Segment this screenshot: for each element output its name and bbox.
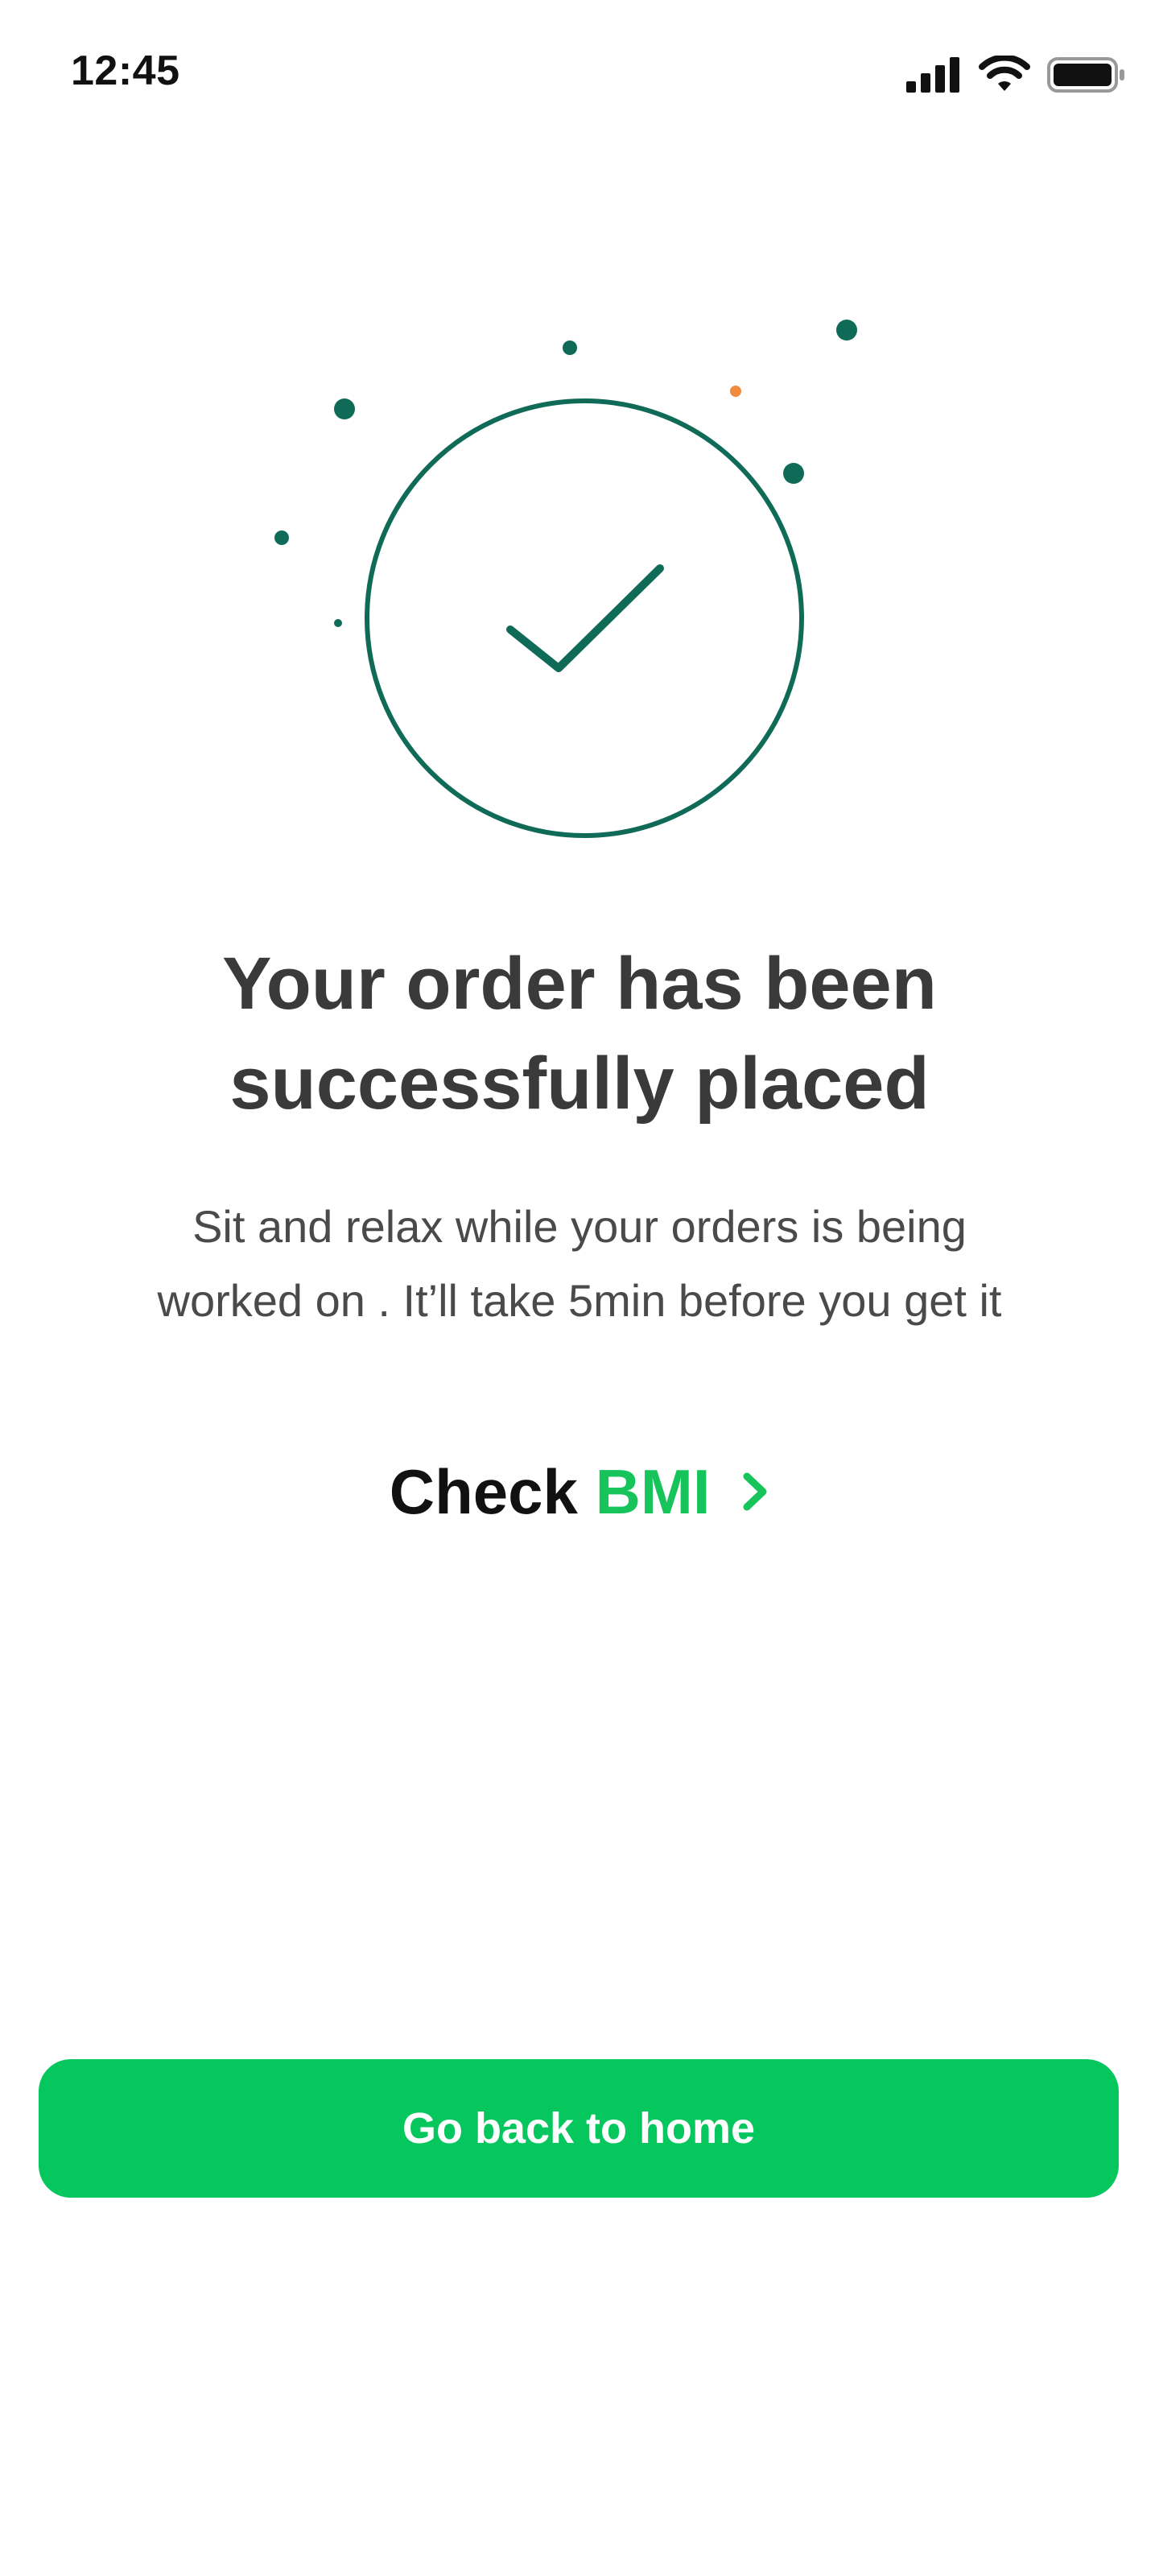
- wifi-icon: [979, 56, 1030, 91]
- page-title: Your order has been successfully placed: [0, 934, 1159, 1133]
- chevron-right-icon: [743, 1472, 767, 1511]
- status-bar: 12:45: [0, 0, 1159, 153]
- order-success-screen: 12:45 Your order has been successfully p…: [0, 0, 1159, 2576]
- status-icons: [905, 47, 1127, 103]
- subtitle-line-1: Sit and relax while your orders is being: [192, 1201, 967, 1252]
- check-bmi-link[interactable]: Check BMI: [0, 1455, 1159, 1529]
- success-illustration: [274, 320, 857, 838]
- go-back-home-button[interactable]: Go back to home: [39, 2059, 1119, 2198]
- title-line-1: Your order has been: [222, 943, 937, 1025]
- confetti-dots: [274, 320, 857, 627]
- signal-icon: [906, 57, 959, 93]
- title-line-2: successfully placed: [229, 1042, 930, 1125]
- battery-icon: [1047, 57, 1124, 93]
- check-circle-icon: [365, 398, 804, 838]
- check-bmi-prefix: Check: [389, 1456, 578, 1527]
- check-bmi-highlight: BMI: [595, 1456, 711, 1527]
- status-time: 12:45: [71, 47, 180, 94]
- subtitle-line-2: worked on . It’ll take 5min before you g…: [157, 1275, 1002, 1326]
- page-subtitle: Sit and relax while your orders is being…: [0, 1190, 1159, 1338]
